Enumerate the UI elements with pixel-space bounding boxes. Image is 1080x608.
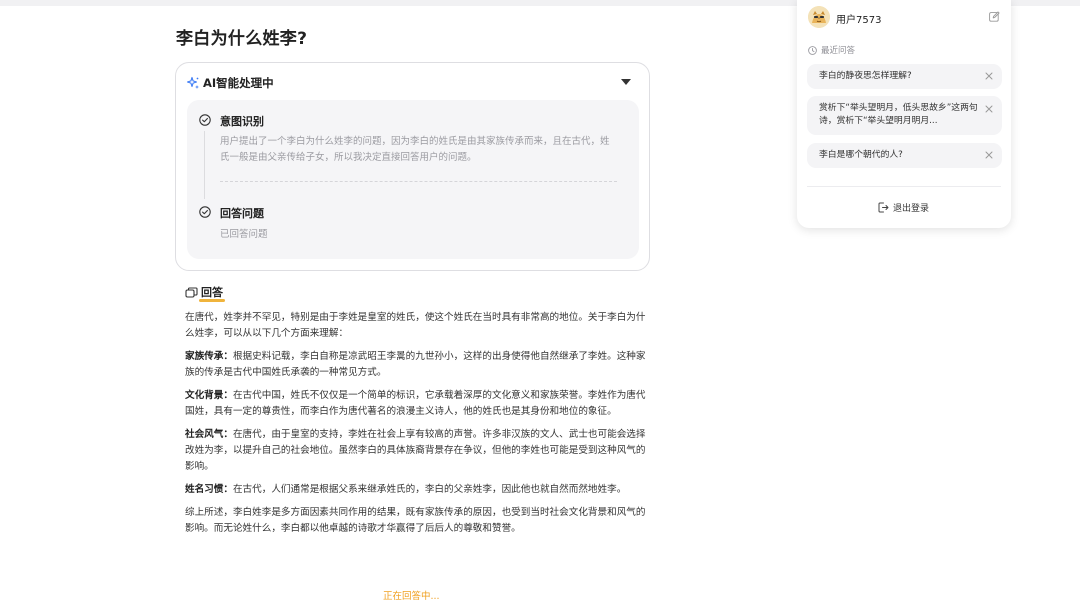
user-dropdown-panel: 用户7573 最近问答 李白的静夜思怎样理解? 赏析下“举头望明月，低头思故乡”… bbox=[797, 0, 1011, 228]
step-desc-intent: 用户提出了一个李白为什么姓李的问题，因为李白的姓氏是由其家族传承而来，且在古代，… bbox=[220, 136, 610, 163]
logout-button[interactable]: 退出登录 bbox=[878, 201, 929, 214]
ai-process-title: AI智能处理中 bbox=[203, 76, 274, 90]
recent-qa-item-text: 李白的静夜思怎样理解? bbox=[819, 71, 912, 81]
answer-heading: 回答 bbox=[185, 284, 225, 303]
answer-bubble-icon bbox=[185, 284, 198, 303]
recent-qa-item-text: 李白是哪个朝代的人? bbox=[819, 150, 903, 160]
recent-qa-item[interactable]: 赏析下“举头望明月，低头思故乡”这两句诗，赏析下“举头望明月明月... bbox=[807, 96, 1002, 135]
close-icon[interactable] bbox=[984, 104, 994, 114]
ai-process-card: AI智能处理中 意图识别 用户提出了一个李白为什么姓李的问题，因为李白的姓氏是由… bbox=[175, 62, 650, 271]
chevron-down-icon[interactable] bbox=[621, 79, 631, 85]
recent-qa-header: 最近问答 bbox=[808, 44, 855, 56]
step-divider bbox=[220, 181, 617, 182]
step-title-answer: 回答问题 bbox=[220, 207, 264, 220]
check-circle-icon bbox=[199, 206, 211, 218]
recent-qa-item[interactable]: 李白是哪个朝代的人? bbox=[807, 143, 1002, 168]
panel-divider bbox=[807, 186, 1001, 187]
answer-point: 文化背景：在古代中国，姓氏不仅仅是一个简单的标识，它承载着深厚的文化意义和家族荣… bbox=[185, 388, 650, 420]
recent-qa-item[interactable]: 李白的静夜思怎样理解? bbox=[807, 64, 1002, 89]
answer-intro: 在唐代，姓李并不罕见，特别是由于李姓是皇室的姓氏，使这个姓氏在当时具有非常高的地… bbox=[185, 312, 646, 339]
ai-process-header[interactable]: AI智能处理中 bbox=[186, 75, 274, 91]
close-icon[interactable] bbox=[984, 71, 994, 81]
logout-label: 退出登录 bbox=[893, 204, 930, 214]
check-circle-icon bbox=[199, 114, 211, 126]
answer-point: 姓名习惯：在古代，人们通常是根据父系来继承姓氏的，李白的父亲姓李，因此他也就自然… bbox=[185, 482, 650, 498]
edit-icon[interactable] bbox=[989, 11, 1000, 22]
close-icon[interactable] bbox=[984, 150, 994, 160]
recent-qa-item-text: 赏析下“举头望明月，低头思故乡”这两句诗，赏析下“举头望明月明月... bbox=[819, 103, 978, 126]
answer-point-label: 文化背景： bbox=[185, 390, 233, 401]
answer-point-text: 在古代，人们通常是根据父系来继承姓氏的，李白的父亲姓李，因此他也就自然而然地姓李… bbox=[232, 484, 627, 495]
answer-point-label: 姓名习惯： bbox=[185, 484, 233, 495]
answer-point-text: 在唐代，由于皇室的支持，李姓在社会上享有较高的声誉。许多非汉族的文人、武士也可能… bbox=[185, 429, 646, 472]
sparkle-icon bbox=[186, 76, 200, 90]
answer-point-text: 根据史料记载，李白自称是凉武昭王李暠的九世孙小，这样的出身使得他自然继承了李姓。… bbox=[185, 351, 646, 378]
answering-status: 正在回答中... bbox=[383, 591, 440, 602]
answer-heading-label: 回答 bbox=[199, 286, 225, 302]
steps-panel: 意图识别 用户提出了一个李白为什么姓李的问题，因为李白的姓氏是由其家族传承而来，… bbox=[187, 100, 639, 259]
step-desc-answer: 已回答问题 bbox=[220, 229, 268, 240]
step-title-intent: 意图识别 bbox=[220, 115, 264, 128]
username: 用户7573 bbox=[836, 15, 882, 26]
answer-point-label: 家族传承： bbox=[185, 351, 233, 362]
answer-point-text: 在古代中国，姓氏不仅仅是一个简单的标识，它承载着深厚的文化意义和家族荣誉。李姓作… bbox=[185, 390, 646, 417]
question-title: 李白为什么姓李? bbox=[176, 29, 308, 49]
answer-point: 社会风气：在唐代，由于皇室的支持，李姓在社会上享有较高的声誉。许多非汉族的文人、… bbox=[185, 427, 650, 475]
logout-icon bbox=[878, 202, 889, 213]
avatar[interactable] bbox=[808, 6, 830, 28]
recent-qa-label: 最近问答 bbox=[821, 46, 856, 56]
answer-conclusion: 综上所述，李白姓李是多方面因素共同作用的结果，既有家族传承的原因，也受到当时社会… bbox=[185, 507, 646, 534]
clock-icon bbox=[808, 45, 817, 55]
answer-body: 在唐代，姓李并不罕见，特别是由于李姓是皇室的姓氏，使这个姓氏在当时具有非常高的地… bbox=[185, 310, 650, 544]
step-connector bbox=[204, 131, 205, 199]
answer-point: 家族传承：根据史料记载，李白自称是凉武昭王李暠的九世孙小，这样的出身使得他自然继… bbox=[185, 349, 650, 381]
answer-point-label: 社会风气： bbox=[185, 429, 233, 440]
